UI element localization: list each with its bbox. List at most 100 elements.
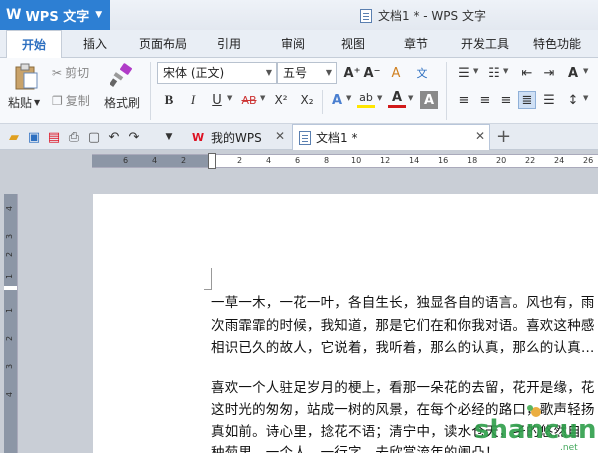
print-icon[interactable]: ⎙ [65, 128, 83, 146]
ruler-tick-label: 2 [5, 335, 15, 342]
tab-document-1[interactable]: 文档1 * [292, 124, 490, 150]
tab-page-layout[interactable]: 页面布局 [130, 30, 196, 58]
chevron-down-icon[interactable]: ▼ [377, 94, 382, 102]
indent-marker[interactable] [208, 153, 216, 169]
chevron-down-icon: ▼ [265, 68, 272, 77]
ruler-tick-label: 16 [438, 156, 449, 165]
tab-label: 我的WPS [211, 130, 262, 145]
format-painter-button[interactable]: 格式刷 [104, 94, 140, 111]
font-color-button[interactable]: A [388, 90, 406, 108]
underline-button[interactable]: U [208, 91, 226, 109]
copy-label: 复制 [65, 94, 90, 108]
tab-special-features[interactable]: 特色功能 [524, 30, 590, 58]
pinyin-guide-button[interactable]: 文 [413, 64, 431, 82]
close-icon[interactable]: ✕ [275, 129, 285, 143]
align-right-icon[interactable]: ≡ [497, 91, 515, 109]
numbered-list-icon[interactable]: ☷ [485, 64, 503, 82]
chevron-down-icon[interactable]: ▼ [160, 128, 178, 146]
justify-icon[interactable]: ≣ [518, 91, 536, 109]
tab-review[interactable]: 审阅 [270, 30, 316, 58]
bold-button[interactable]: B [160, 91, 178, 109]
superscript-button[interactable]: X² [272, 91, 290, 109]
ruler-tick-label: 4 [152, 156, 158, 165]
cut-button[interactable]: ✂ 剪切 [52, 64, 89, 81]
char-shading-button[interactable]: A [420, 91, 438, 109]
shrink-font-button[interactable]: A⁻ [363, 64, 381, 82]
distributed-align-icon[interactable]: ☰ [540, 91, 558, 109]
app-name: WPS 文字 [25, 9, 90, 25]
folder-icon[interactable]: ▰ [5, 128, 23, 146]
ruler-tick-label: 4 [5, 391, 15, 398]
ruler-tick-label: 10 [351, 156, 362, 165]
ruler-tick-label: 22 [525, 156, 536, 165]
document-line[interactable]: 次雨霏霏的时候，我知道，那是它们在和你我对语。喜欢这种感 [211, 314, 595, 334]
ruler-tick-label: 3 [5, 233, 15, 240]
redo-icon[interactable]: ↷ [125, 128, 143, 146]
brush-icon[interactable] [108, 62, 136, 88]
align-center-icon[interactable]: ≡ [476, 91, 494, 109]
ruler-tick-label: 14 [409, 156, 420, 165]
tab-home[interactable]: 开始 [6, 30, 62, 59]
chevron-down-icon[interactable]: ▼ [583, 67, 588, 75]
highlight-button[interactable]: ab [357, 90, 375, 108]
wps-logo-icon: W [6, 7, 22, 23]
decrease-indent-icon[interactable]: ⇤ [518, 64, 536, 82]
watermark-sub: .net [560, 443, 578, 453]
save-icon[interactable]: ▣ [25, 128, 43, 146]
strikethrough-button[interactable]: AB [240, 91, 258, 109]
line-spacing-icon[interactable]: ↕ [564, 91, 582, 109]
undo-icon[interactable]: ↶ [105, 128, 123, 146]
paste-icon[interactable] [8, 62, 44, 92]
ribbon: 粘贴 ▼ ✂ 剪切 ❐ 复制 格式刷 宋体 (正文) ▼ 五号 ▼ A⁺ A⁻ A 文 B… [0, 58, 598, 124]
chevron-down-icon: ▼ [34, 98, 41, 107]
document-line[interactable]: 喜欢一个人驻足岁月的梗上，看那一朵花的去留，花开是缘，花 [211, 376, 595, 396]
document-line[interactable]: 相识已久的故人，它说着，我听着，那么的认真，那么的认真… [211, 336, 595, 356]
horizontal-ruler[interactable]: 6 4 2 2 4 6 8 10 12 14 16 18 20 22 24 26 [92, 153, 598, 169]
tab-section[interactable]: 章节 [393, 30, 439, 58]
subscript-button[interactable]: X₂ [298, 91, 316, 109]
format-painter-label: 格式刷 [104, 96, 141, 110]
chevron-down-icon[interactable]: ▼ [473, 67, 478, 75]
document-line[interactable]: 一草一木，一花一叶，各自生长，独显各自的语言。风也有，雨 [211, 291, 595, 311]
clear-format-icon[interactable]: A [387, 64, 405, 82]
watermark-text: shancun [474, 415, 596, 445]
chevron-down-icon: ▼ [95, 10, 103, 20]
chevron-down-icon[interactable]: ▼ [503, 67, 508, 75]
copy-icon: ❐ [52, 93, 63, 108]
chevron-down-icon[interactable]: ▼ [346, 94, 351, 102]
chevron-down-icon[interactable]: ▼ [260, 94, 265, 102]
bullet-list-icon[interactable]: ☰ [455, 64, 473, 82]
document-line[interactable]: 种菊里，一个人，一行字，去欣赏流年的阑凸！ [211, 441, 499, 453]
ruler-tick-label: 20 [496, 156, 507, 165]
font-name-select[interactable]: 宋体 (正文) ▼ [157, 62, 277, 84]
grow-font-button[interactable]: A⁺ [343, 64, 361, 82]
tab-references[interactable]: 引用 [206, 30, 252, 58]
chevron-down-icon[interactable]: ▼ [227, 94, 232, 102]
new-tab-button[interactable]: + [496, 126, 511, 147]
cut-label: 剪切 [65, 66, 90, 80]
align-left-icon[interactable]: ≡ [455, 91, 473, 109]
tab-developer[interactable]: 开发工具 [452, 30, 518, 58]
wps-logo-icon: W [192, 131, 205, 144]
ruler-tick-label: 6 [295, 156, 301, 165]
copy-button[interactable]: ❐ 复制 [52, 92, 90, 109]
paste-button[interactable]: 粘贴 ▼ [8, 94, 40, 111]
chevron-down-icon[interactable]: ▼ [583, 94, 588, 102]
chevron-down-icon[interactable]: ▼ [408, 94, 413, 102]
ruler-tick-label: 6 [123, 156, 129, 165]
increase-indent-icon[interactable]: ⇥ [540, 64, 558, 82]
chinese-layout-icon[interactable]: A [564, 64, 582, 82]
font-size-select[interactable]: 五号 ▼ [277, 62, 337, 84]
pdf-icon[interactable]: ▤ [45, 128, 63, 146]
ruler-tick-label: 1 [5, 273, 15, 280]
app-menu-button[interactable]: W WPS 文字 ▼ [0, 0, 110, 30]
text-effect-button[interactable]: A [328, 91, 346, 109]
italic-button[interactable]: I [184, 91, 202, 109]
tab-view[interactable]: 视图 [330, 30, 376, 58]
ruler-tick-label: 1 [5, 307, 15, 314]
tab-insert[interactable]: 插入 [70, 30, 120, 58]
chevron-down-icon: ▼ [325, 68, 332, 77]
vertical-ruler[interactable]: 4 3 2 1 1 2 3 4 [4, 194, 18, 453]
close-icon[interactable]: ✕ [475, 129, 485, 143]
print-preview-icon[interactable]: ▢ [85, 128, 103, 146]
